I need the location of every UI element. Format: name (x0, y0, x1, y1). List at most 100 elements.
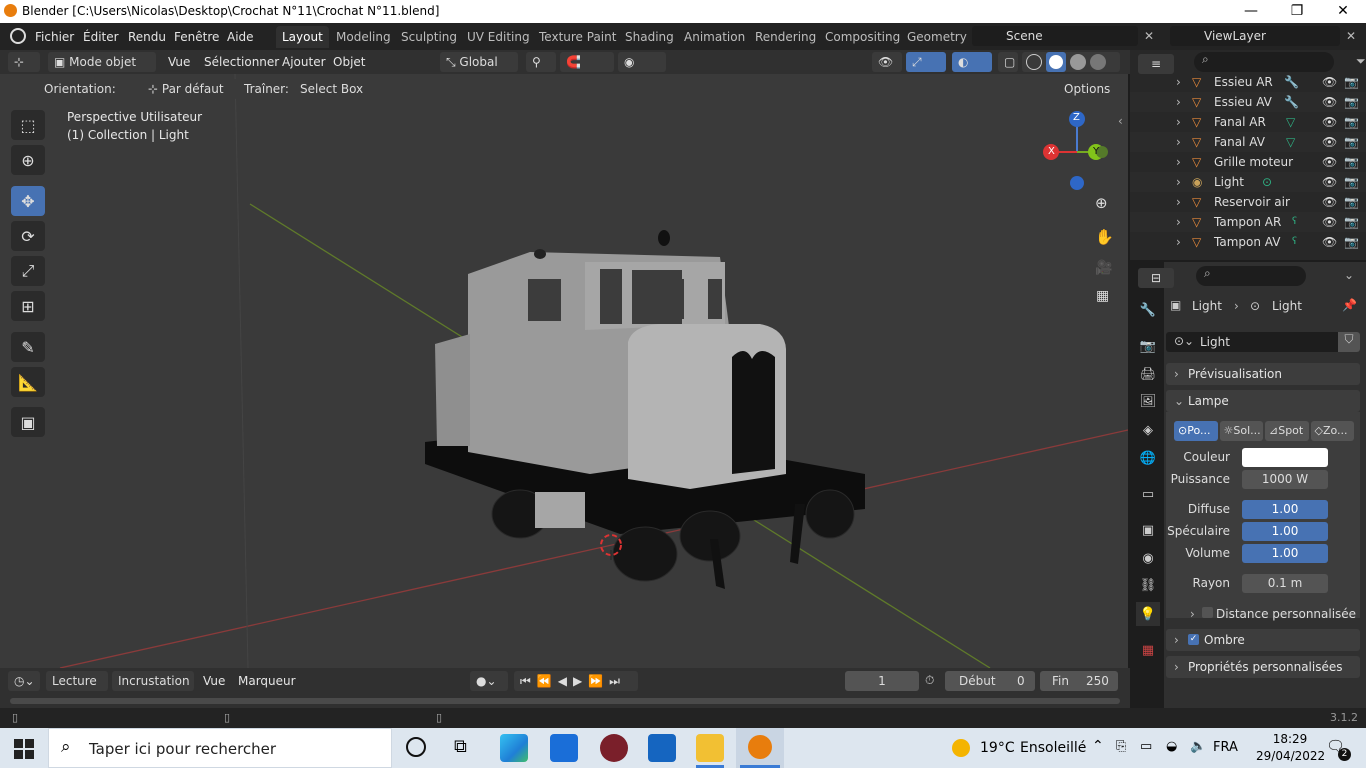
tab-geometry[interactable]: Geometry (901, 26, 973, 48)
outliner-item[interactable]: › ▽ Essieu AV 🔧 👁 📷 (1130, 92, 1366, 112)
panel-lamp-header[interactable]: ⌄ Lampe (1166, 390, 1360, 412)
weather-sun-icon[interactable] (952, 739, 970, 757)
diffuse-field[interactable]: 1.00 (1242, 500, 1328, 519)
visibility-eye-icon[interactable]: 👁 (1322, 172, 1337, 192)
pivot-icon[interactable]: ⚲ (526, 52, 556, 72)
expand-chevron-icon[interactable]: › (1176, 92, 1181, 112)
timeline-menu-marqueur[interactable]: Marqueur (232, 672, 302, 690)
tab-sculpting[interactable]: Sculpting (395, 26, 463, 48)
visibility-icon[interactable]: 👁 (872, 52, 902, 72)
rendered-shading-icon[interactable] (1090, 54, 1106, 70)
output-tab-icon[interactable]: 🖨 (1136, 362, 1160, 386)
timeline-editor-icon[interactable]: ◷⌄ (8, 671, 40, 691)
outliner-item[interactable]: › ▽ Tampon AR ʕ 👁 📷 (1130, 212, 1366, 232)
scene-tab-icon[interactable]: ◈ (1136, 418, 1160, 442)
tray-battery-icon[interactable]: ▭ (1140, 739, 1152, 754)
render-camera-icon[interactable]: 📷 (1344, 92, 1359, 112)
expand-chevron-icon[interactable]: › (1176, 132, 1181, 152)
menu-vue[interactable]: Vue (162, 53, 196, 71)
editor-type-icon[interactable]: ⊹ (8, 52, 40, 72)
camera-icon[interactable]: 🎥 (1095, 260, 1112, 276)
gizmo-toggle-icon[interactable]: ⤢ (906, 52, 946, 72)
power-field[interactable]: 1000 W (1242, 470, 1328, 489)
texture-tab-icon[interactable]: ▦ (1136, 638, 1160, 662)
zoom-icon[interactable]: ⊕ (1095, 194, 1108, 212)
light-type-spot[interactable]: ⊿Spot (1265, 421, 1309, 441)
task-view-icon[interactable]: ⧉ (454, 736, 467, 757)
sidebar-toggle-icon[interactable]: ‹ (1118, 114, 1123, 128)
render-camera-icon[interactable]: 📷 (1344, 232, 1359, 252)
expand-chevron-icon[interactable]: › (1176, 152, 1181, 172)
timeline-menu-lecture[interactable]: Lecture (46, 671, 108, 691)
custom-distance-checkbox[interactable] (1202, 607, 1213, 618)
solid-shading-icon[interactable] (1046, 52, 1066, 72)
visibility-eye-icon[interactable]: 👁 (1322, 92, 1337, 112)
panel-custom-props-header[interactable]: › Propriétés personnalisées (1166, 656, 1360, 678)
render-camera-icon[interactable]: 📷 (1344, 152, 1359, 172)
current-frame-field[interactable]: 1 (845, 671, 919, 691)
render-camera-icon[interactable]: 📷 (1344, 212, 1359, 232)
outliner-item[interactable]: › ▽ Fanal AR ▽ 👁 📷 (1130, 112, 1366, 132)
taskbar-search-box[interactable]: ⌕ Taper ici pour rechercher (48, 728, 392, 768)
visibility-eye-icon[interactable]: 👁 (1322, 212, 1337, 232)
select-box-tool-icon[interactable]: ⬚ (11, 110, 45, 140)
annotate-tool-icon[interactable]: ✎ (11, 332, 45, 362)
expand-chevron-icon[interactable]: › (1176, 112, 1181, 132)
tab-modeling[interactable]: Modeling (330, 26, 397, 48)
measure-tool-icon[interactable]: 📐 (11, 367, 45, 397)
overlay-toggle-icon[interactable]: ◐ (952, 52, 992, 72)
orientation-selector[interactable]: ⊹ Par défaut (142, 79, 238, 99)
add-cube-tool-icon[interactable]: ▣ (11, 407, 45, 437)
visibility-eye-icon[interactable]: 👁 (1322, 192, 1337, 212)
menu-ajouter[interactable]: Ajouter (276, 53, 332, 71)
menu-aide[interactable]: Aide (221, 28, 260, 46)
scale-tool-icon[interactable]: ⤢ (11, 256, 45, 286)
pan-hand-icon[interactable]: ✋ (1095, 228, 1114, 246)
panel-preview-header[interactable]: › Prévisualisation (1166, 363, 1360, 385)
xray-icon[interactable]: ▢ (998, 52, 1018, 72)
mail-icon[interactable] (648, 734, 676, 762)
tab-uv-editing[interactable]: UV Editing (461, 26, 536, 48)
menu-objet[interactable]: Objet (327, 53, 371, 71)
clock-time[interactable]: 18:29 (1262, 732, 1318, 746)
expand-chevron-icon[interactable]: › (1176, 172, 1181, 192)
render-tab-icon[interactable]: 📷 (1136, 334, 1160, 358)
minimize-button[interactable]: — (1228, 0, 1274, 23)
expand-chevron-icon[interactable]: › (1176, 212, 1181, 232)
tab-rendering[interactable]: Rendering (749, 26, 822, 48)
blender-taskbar-button[interactable] (736, 728, 784, 768)
outliner-search-input[interactable]: ⌕ (1194, 52, 1334, 72)
playback-controls[interactable]: ⏮⏪◀▶⏩⏭ (514, 671, 638, 691)
render-camera-icon[interactable]: 📷 (1344, 132, 1359, 152)
radius-field[interactable]: 0.1 m (1242, 574, 1328, 593)
store-icon[interactable] (550, 734, 578, 762)
render-camera-icon[interactable]: 📷 (1344, 192, 1359, 212)
visibility-eye-icon[interactable]: 👁 (1322, 232, 1337, 252)
tool-tab-icon[interactable]: 🔧 (1136, 298, 1160, 322)
cortana-icon[interactable] (406, 737, 426, 757)
volume-field[interactable]: 1.00 (1242, 544, 1328, 563)
edge-icon[interactable] (500, 734, 528, 762)
visibility-eye-icon[interactable]: 👁 (1322, 152, 1337, 172)
visibility-eye-icon[interactable]: 👁 (1322, 112, 1337, 132)
wireframe-shading-icon[interactable] (1026, 54, 1042, 70)
light-type-point[interactable]: ⊙Po... (1174, 421, 1218, 441)
tab-compositing[interactable]: Compositing (819, 26, 906, 48)
cursor-tool-icon[interactable]: ⊕ (11, 145, 45, 175)
timeline-menu-incrustation[interactable]: Incrustation (112, 671, 194, 691)
language-indicator[interactable]: FRA (1213, 740, 1238, 755)
transform-orientation[interactable]: ⤡ Global (440, 52, 518, 72)
outliner-item[interactable]: › ◉ Light ⊙ 👁 📷 (1130, 172, 1366, 192)
properties-editor-icon[interactable]: ⊟ (1138, 268, 1174, 288)
properties-options-icon[interactable]: ⌄ (1344, 268, 1354, 282)
outliner-item[interactable]: › ▽ Reservoir air 👁 📷 (1130, 192, 1366, 212)
visibility-eye-icon[interactable]: 👁 (1322, 132, 1337, 152)
tray-network-icon[interactable]: ⎘ (1116, 739, 1126, 754)
menu-selectionner[interactable]: Sélectionner (198, 53, 285, 71)
keyframe-record-icon[interactable]: ●⌄ (470, 671, 508, 691)
filter-icon[interactable]: ⏷ (1356, 54, 1366, 69)
tab-layout[interactable]: Layout (276, 26, 329, 48)
tray-wifi-icon[interactable]: ◒ (1166, 739, 1177, 754)
transform-tool-icon[interactable]: ⊞ (11, 291, 45, 321)
scene-selector[interactable]: Scene (972, 26, 1138, 46)
